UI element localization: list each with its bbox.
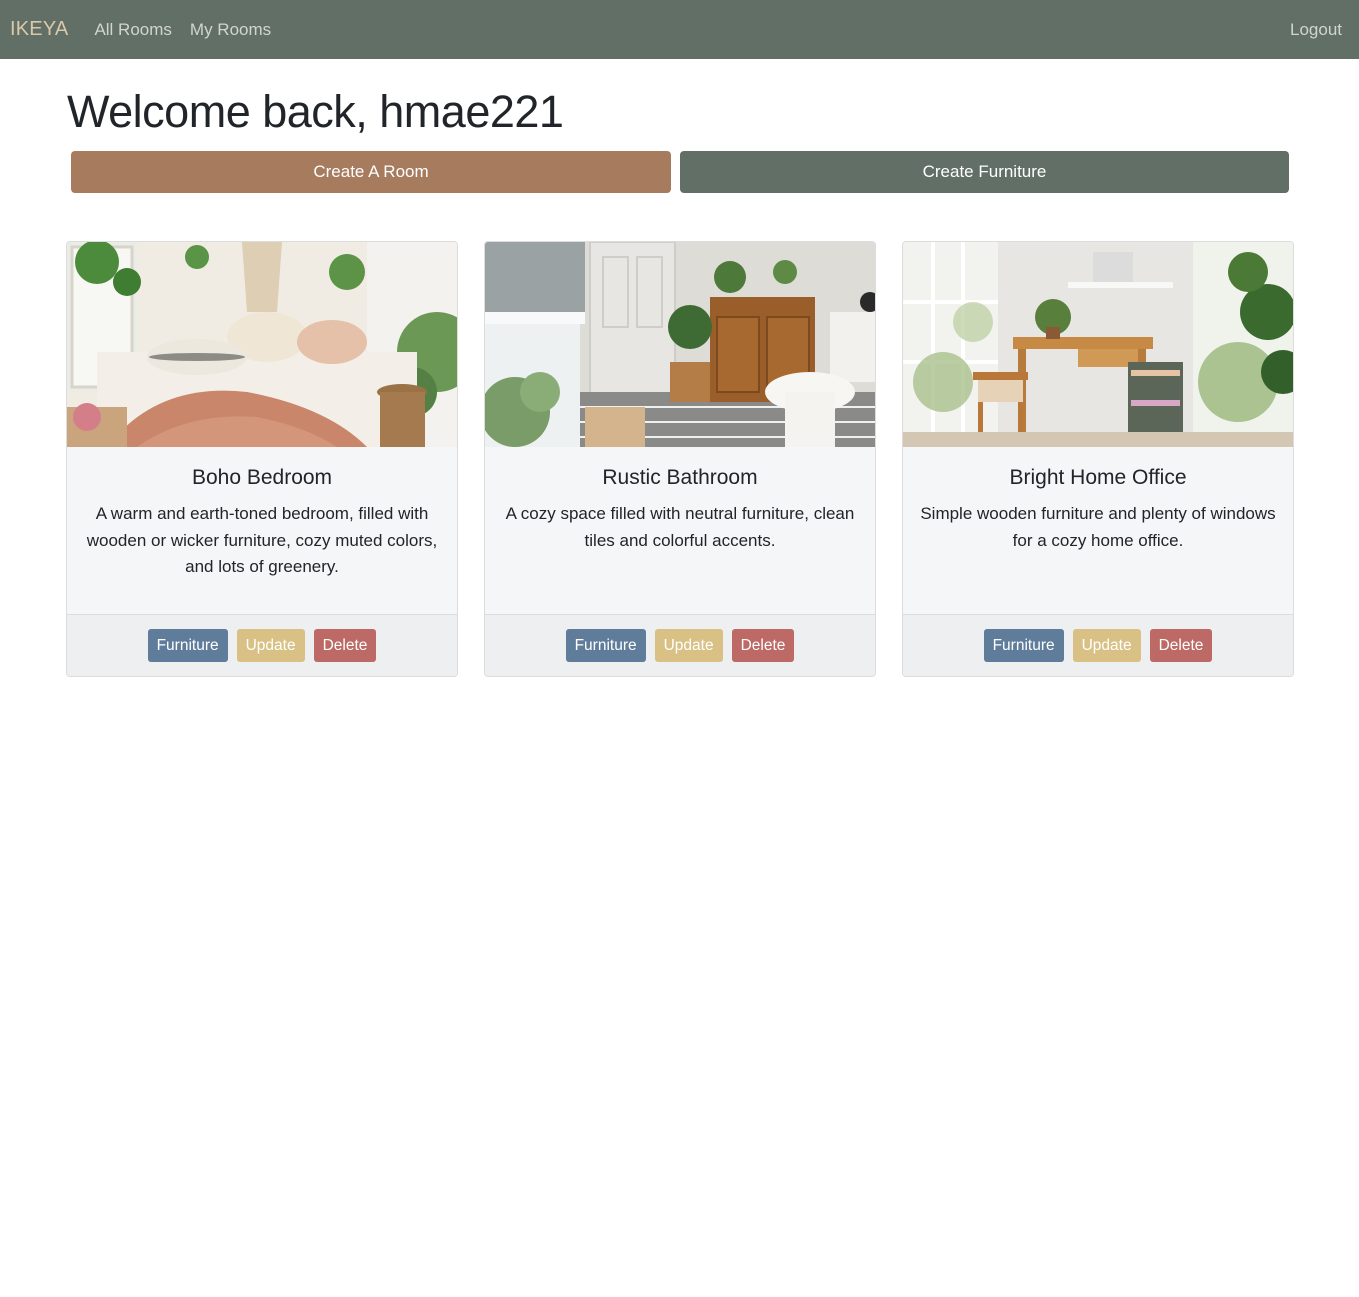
create-furniture-button[interactable]: Create Furniture [680, 151, 1289, 193]
furniture-button[interactable]: Furniture [983, 629, 1064, 662]
update-button[interactable]: Update [1072, 629, 1141, 662]
nav-link-all-rooms[interactable]: All Rooms [94, 20, 171, 40]
room-card: Bright Home Office Simple wooden furnitu… [902, 241, 1294, 677]
room-description: Simple wooden furniture and plenty of wi… [920, 504, 1276, 550]
room-card: Boho Bedroom A warm and earth-toned bedr… [66, 241, 458, 677]
room-title: Rustic Bathroom [602, 466, 758, 489]
update-button[interactable]: Update [654, 629, 723, 662]
room-title: Boho Bedroom [191, 466, 333, 489]
card-footer: Furniture Update Delete [903, 614, 1293, 676]
update-button[interactable]: Update [236, 629, 305, 662]
brand-logo[interactable]: IKEYA [10, 18, 68, 41]
room-image [903, 242, 1293, 447]
delete-button[interactable]: Delete [313, 629, 377, 662]
nav-link-my-rooms[interactable]: My Rooms [190, 20, 271, 40]
card-footer: Furniture Update Delete [485, 614, 875, 676]
room-description: A cozy space filled with neutral furnitu… [505, 504, 855, 550]
create-room-button[interactable]: Create A Room [71, 151, 671, 193]
logout-link[interactable]: Logout [1290, 20, 1342, 40]
furniture-button[interactable]: Furniture [565, 629, 646, 662]
furniture-button[interactable]: Furniture [147, 629, 228, 662]
room-title: Bright Home Office [1009, 466, 1187, 489]
page-title: Welcome back, hmae221 [67, 86, 564, 137]
room-image [485, 242, 875, 447]
delete-button[interactable]: Delete [731, 629, 795, 662]
delete-button[interactable]: Delete [1149, 629, 1213, 662]
room-card: Rustic Bathroom A cozy space filled with… [484, 241, 876, 677]
room-description: A warm and earth-toned bedroom, filled w… [86, 504, 438, 576]
navbar: IKEYA All Rooms My Rooms Logout [0, 0, 1359, 59]
room-image [67, 242, 457, 447]
card-footer: Furniture Update Delete [67, 614, 457, 676]
